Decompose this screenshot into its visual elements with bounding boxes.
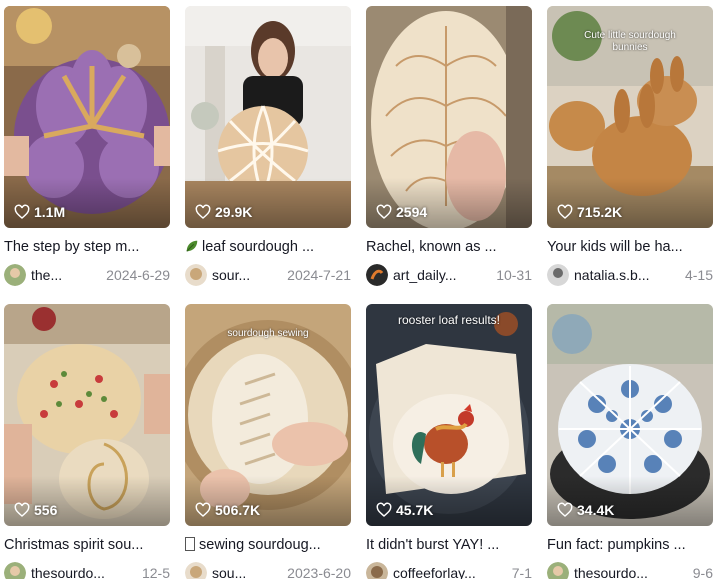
- avatar[interactable]: [547, 264, 569, 286]
- video-title[interactable]: Rachel, known as ...: [366, 238, 532, 256]
- author-name[interactable]: the...: [31, 267, 98, 283]
- video-thumbnail[interactable]: Cute little sourdough bunnies 715.2K: [547, 6, 713, 228]
- video-thumbnail[interactable]: 2594: [366, 6, 532, 228]
- author-name[interactable]: sou...: [212, 565, 279, 579]
- thumbnail-image: [4, 6, 170, 228]
- thumbnail-image: [185, 6, 351, 228]
- video-overlay-caption: sourdough sewing: [227, 328, 309, 339]
- video-card[interactable]: sourdough sewing 506.7K sewing sourdoug.…: [185, 304, 351, 579]
- video-title[interactable]: It didn't burst YAY! ...: [366, 536, 532, 554]
- video-thumbnail[interactable]: 34.4K: [547, 304, 713, 526]
- post-date: 12-5: [141, 565, 170, 579]
- view-count-text: 2594: [396, 204, 428, 220]
- video-thumbnail[interactable]: 1.1M: [4, 6, 170, 228]
- video-overlay-caption: rooster loaf results!: [397, 313, 501, 327]
- author-name[interactable]: thesourdo...: [574, 565, 685, 579]
- view-count: 556: [14, 502, 57, 518]
- avatar[interactable]: [547, 562, 569, 579]
- heart-icon: [195, 204, 211, 219]
- post-date: 7-1: [511, 565, 532, 579]
- video-card[interactable]: 34.4K Fun fact: pumpkins ... thesourdo..…: [547, 304, 713, 579]
- video-title[interactable]: Christmas spirit sou...: [4, 536, 170, 554]
- video-title-text: leaf sourdough ...: [202, 239, 315, 255]
- view-count: 715.2K: [557, 204, 622, 220]
- missing-glyph-icon: [185, 537, 195, 551]
- post-date: 2024-7-21: [287, 267, 351, 283]
- avatar[interactable]: [4, 562, 26, 579]
- thumbnail-image: [4, 304, 170, 526]
- view-count-text: 1.1M: [34, 204, 66, 220]
- heart-icon: [376, 204, 392, 219]
- video-meta: natalia.s.b... 4-15: [547, 264, 713, 286]
- view-count-text: 29.9K: [215, 204, 253, 220]
- video-card[interactable]: 29.9K leaf sourdough ... sour... 2024-7-…: [185, 6, 351, 286]
- video-meta: thesourdo... 12-5: [4, 562, 170, 579]
- author-name[interactable]: art_daily...: [393, 267, 488, 283]
- video-thumbnail[interactable]: rooster loaf results! 45.7K: [366, 304, 532, 526]
- view-count: 506.7K: [195, 502, 260, 518]
- video-title[interactable]: Fun fact: pumpkins ...: [547, 536, 713, 554]
- video-thumbnail[interactable]: 29.9K: [185, 6, 351, 228]
- thumbnail-image: [366, 6, 532, 228]
- view-count: 45.7K: [376, 502, 433, 518]
- video-title[interactable]: Your kids will be ha...: [547, 238, 713, 256]
- video-card[interactable]: Cute little sourdough bunnies 715.2K You…: [547, 6, 713, 286]
- video-card[interactable]: 1.1M The step by step m... the... 2024-6…: [4, 6, 170, 286]
- view-count: 1.1M: [14, 204, 65, 220]
- video-thumbnail[interactable]: 556: [4, 304, 170, 526]
- video-meta: coffeeforlay... 7-1: [366, 562, 532, 579]
- view-count-text: 45.7K: [396, 502, 434, 518]
- avatar[interactable]: [185, 562, 207, 579]
- thumbnail-image: [366, 304, 532, 526]
- view-count: 2594: [376, 204, 427, 220]
- thumbnail-image: [547, 304, 713, 526]
- view-count-text: 715.2K: [577, 204, 623, 220]
- view-count-text: 34.4K: [577, 502, 615, 518]
- video-title-text: sewing sourdoug...: [199, 537, 321, 553]
- avatar[interactable]: [366, 562, 388, 579]
- video-meta: thesourdo... 9-6: [547, 562, 713, 579]
- video-overlay-caption: Cute little sourdough bunnies: [584, 30, 676, 53]
- video-thumbnail[interactable]: sourdough sewing 506.7K: [185, 304, 351, 526]
- heart-icon: [14, 204, 30, 219]
- author-name[interactable]: natalia.s.b...: [574, 267, 677, 283]
- video-meta: art_daily... 10-31: [366, 264, 532, 286]
- video-meta: the... 2024-6-29: [4, 264, 170, 286]
- heart-icon: [557, 204, 573, 219]
- video-card[interactable]: 556 Christmas spirit sou... thesourdo...…: [4, 304, 170, 579]
- video-card[interactable]: rooster loaf results! 45.7K It didn't bu…: [366, 304, 532, 579]
- view-count: 34.4K: [557, 502, 614, 518]
- video-title[interactable]: The step by step m...: [4, 238, 170, 256]
- heart-icon: [14, 502, 30, 517]
- post-date: 4-15: [684, 267, 713, 283]
- post-date: 10-31: [496, 267, 532, 283]
- post-date: 2023-6-20: [287, 565, 351, 579]
- post-date: 2024-6-29: [106, 267, 170, 283]
- leaf-icon: [186, 240, 198, 252]
- author-name[interactable]: coffeeforlay...: [393, 565, 504, 579]
- heart-icon: [376, 502, 392, 517]
- video-title[interactable]: sewing sourdoug...: [185, 536, 351, 554]
- video-meta: sou... 2023-6-20: [185, 562, 351, 579]
- view-count: 29.9K: [195, 204, 252, 220]
- view-count-text: 556: [34, 502, 58, 518]
- heart-icon: [195, 502, 211, 517]
- author-name[interactable]: thesourdo...: [31, 565, 134, 579]
- video-card[interactable]: 2594 Rachel, known as ... art_daily... 1…: [366, 6, 532, 286]
- video-meta: sour... 2024-7-21: [185, 264, 351, 286]
- video-title[interactable]: leaf sourdough ...: [185, 238, 351, 256]
- avatar[interactable]: [366, 264, 388, 286]
- avatar[interactable]: [185, 264, 207, 286]
- avatar[interactable]: [4, 264, 26, 286]
- heart-icon: [557, 502, 573, 517]
- post-date: 9-6: [692, 565, 713, 579]
- author-name[interactable]: sour...: [212, 267, 279, 283]
- video-grid: 1.1M The step by step m... the... 2024-6…: [0, 0, 720, 579]
- view-count-text: 506.7K: [215, 502, 261, 518]
